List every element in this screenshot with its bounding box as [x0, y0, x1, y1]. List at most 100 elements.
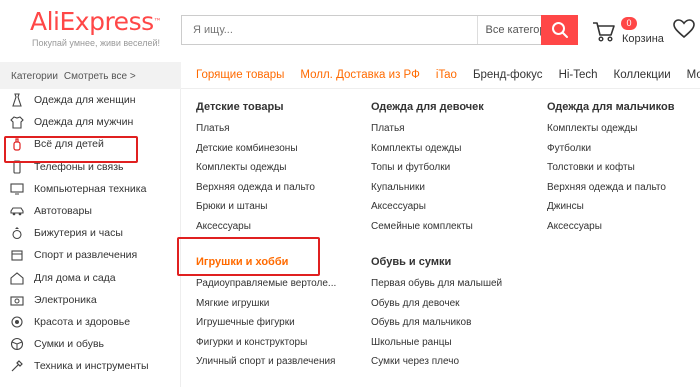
ring-icon	[10, 226, 24, 240]
menu-link[interactable]: Первая обувь для малышей	[371, 278, 502, 298]
cart-button[interactable]: 0 Корзина	[592, 17, 664, 45]
menu-link[interactable]: Игрушечные фигурки	[196, 317, 336, 337]
baby-bottle-icon	[10, 137, 24, 152]
categories-title: Категории	[11, 71, 58, 82]
sidebar-item-label: Сумки и обувь	[34, 338, 105, 351]
cart-icon	[593, 21, 615, 42]
menu-heading-kids-goods[interactable]: Детские товары	[196, 101, 336, 123]
ball-icon	[10, 337, 24, 351]
menu-link[interactable]: Аксессуары	[196, 221, 336, 241]
sidebar-item[interactable]: Спорт и развлечения	[0, 244, 180, 266]
menu-link[interactable]: Комплекты одежды	[371, 143, 502, 163]
camera-icon	[10, 293, 24, 307]
sidebar-item-label: Техника и инструменты	[34, 360, 149, 373]
menu-link[interactable]: Радиоуправляемые вертоле...	[196, 278, 336, 298]
sidebar-item-label: Одежда для женщин	[34, 94, 136, 107]
sidebar-item[interactable]: Автотовары	[0, 200, 180, 222]
nav-link[interactable]: Hi-Tech	[551, 69, 606, 81]
car-icon	[10, 204, 24, 218]
categories-header: Категории Смотреть все >	[0, 62, 181, 89]
sidebar-item[interactable]: Для дома и сада	[0, 267, 180, 289]
menu-link[interactable]: Детские комбинезоны	[196, 143, 336, 163]
shirt-icon	[10, 115, 24, 129]
menu-heading-girls-clothing[interactable]: Одежда для девочек	[371, 101, 502, 123]
sidebar-item[interactable]: Красота и здоровье	[0, 311, 180, 333]
home-icon	[10, 271, 24, 285]
menu-link[interactable]: Аксессуары	[371, 201, 502, 221]
sidebar-item[interactable]: Одежда для женщин	[0, 89, 180, 111]
cart-label: Корзина	[622, 33, 664, 45]
nav-link[interactable]: Молл. Доставка из РФ	[292, 69, 427, 81]
see-all-link[interactable]: Смотреть все >	[64, 71, 136, 82]
sidebar-item[interactable]: Бижутерия и часы	[0, 222, 180, 244]
menu-heading-boys-clothing[interactable]: Одежда для мальчиков	[547, 101, 675, 123]
menu-link[interactable]: Мягкие игрушки	[196, 298, 336, 318]
menu-link[interactable]: Фигурки и конструкторы	[196, 337, 336, 357]
tools-icon	[10, 359, 24, 373]
wishlist-button[interactable]	[673, 19, 695, 44]
sidebar-item-label: Бижутерия и часы	[34, 227, 123, 240]
sidebar-item-label: Автотовары	[34, 205, 92, 218]
sidebar-item[interactable]: Техника и инструменты	[0, 355, 180, 377]
menu-column-boys: Одежда для мальчиков Комплекты одежды Фут…	[547, 101, 675, 240]
menu-heading-shoes-bags[interactable]: Обувь и сумки	[371, 256, 502, 278]
sidebar-item-label: Красота и здоровье	[34, 315, 131, 328]
menu-column-girls: Одежда для девочек Платья Комплекты одежд…	[371, 101, 502, 376]
dress-icon	[10, 93, 24, 107]
aliexpress-logo[interactable]: AliExpress™ Покупай умнее, живи веселей!	[30, 7, 162, 49]
menu-link[interactable]: Аксессуары	[547, 221, 675, 241]
sidebar-item[interactable]: Электроника	[0, 289, 180, 311]
menu-link[interactable]: Уличный спорт и развлечения	[196, 356, 336, 376]
menu-link[interactable]: Сумки через плечо	[371, 356, 502, 376]
logo-text: AliExpress	[30, 7, 154, 36]
menu-heading-toys-hobby[interactable]: Игрушки и хобби	[196, 256, 336, 278]
cart-count-badge: 0	[621, 17, 637, 30]
logo-tagline: Покупай умнее, живи веселей!	[32, 38, 161, 48]
menu-link[interactable]: Верхняя одежда и пальто	[196, 182, 336, 202]
heart-icon	[673, 19, 695, 39]
menu-link[interactable]: Толстовки и кофты	[547, 162, 675, 182]
menu-link[interactable]: Джинсы	[547, 201, 675, 221]
menu-column-kids: Детские товары Платья Детские комбинезоны…	[196, 101, 336, 376]
sidebar-item-label: Всё для детей	[34, 138, 104, 151]
menu-link[interactable]: Платья	[371, 123, 502, 143]
nav-link[interactable]: Бренд-фокус	[465, 69, 551, 81]
nav-link[interactable]: Горящие товары	[181, 69, 292, 81]
search-icon	[551, 22, 568, 38]
phone-icon	[10, 160, 24, 174]
menu-link[interactable]: Верхняя одежда и пальто	[547, 182, 675, 202]
search-input[interactable]	[182, 16, 477, 44]
menu-link[interactable]: Топы и футболки	[371, 162, 502, 182]
menu-link[interactable]: Футболки	[547, 143, 675, 163]
sidebar-item-label: Телефоны и связь	[34, 160, 124, 173]
sidebar-item-label: Для дома и сада	[34, 271, 116, 284]
sidebar-item-label: Одежда для мужчин	[34, 116, 134, 129]
menu-link[interactable]: Платья	[196, 123, 336, 143]
sidebar-item[interactable]: Сумки и обувь	[0, 333, 180, 355]
menu-link[interactable]: Брюки и штаны	[196, 201, 336, 221]
sidebar-item[interactable]: Одежда для мужчин	[0, 111, 180, 133]
category-sidebar: Одежда для женщин Одежда для мужчин Всё дл…	[0, 89, 181, 387]
sidebar-item[interactable]: Всё для детей	[0, 133, 180, 156]
menu-link[interactable]: Обувь для девочек	[371, 298, 502, 318]
sport-icon	[10, 248, 24, 262]
menu-link[interactable]: Обувь для мальчиков	[371, 317, 502, 337]
sidebar-item-label: Спорт и развлечения	[34, 249, 138, 262]
computer-icon	[10, 182, 24, 196]
nav-link[interactable]: iTao	[428, 69, 465, 81]
sidebar-item[interactable]: Компьютерная техника	[0, 178, 180, 200]
menu-link[interactable]: Комплекты одежды	[547, 123, 675, 143]
sidebar-item-label: Компьютерная техника	[34, 182, 147, 195]
sidebar-item-label: Электроника	[34, 293, 97, 306]
nav-link[interactable]: Мода	[679, 69, 700, 81]
sidebar-item[interactable]: Телефоны и связь	[0, 156, 180, 178]
menu-link[interactable]: Купальники	[371, 182, 502, 202]
beauty-icon	[10, 315, 24, 329]
top-nav: Горящие товары Молл. Доставка из РФ iTao Бр…	[181, 62, 700, 89]
search-bar: Все категории ⌄	[181, 15, 578, 45]
menu-link[interactable]: Семейные комплекты	[371, 221, 502, 241]
search-button[interactable]	[541, 15, 578, 45]
menu-link[interactable]: Комплекты одежды	[196, 162, 336, 182]
menu-link[interactable]: Школьные ранцы	[371, 337, 502, 357]
nav-link[interactable]: Коллекции	[606, 69, 679, 81]
